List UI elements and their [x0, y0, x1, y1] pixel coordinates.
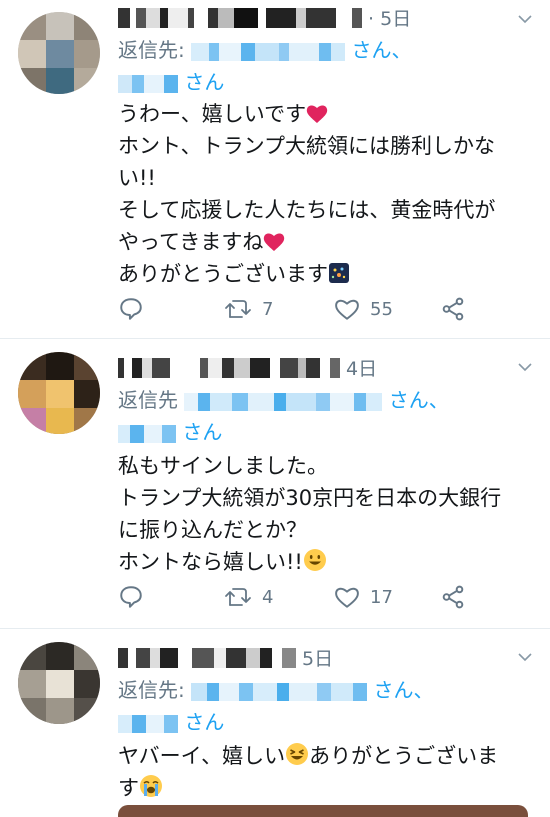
fireworks-emoji	[329, 263, 349, 283]
share-button[interactable]	[440, 582, 466, 612]
tweet-line: 私もサインしました。	[118, 454, 328, 478]
avatar[interactable]	[18, 12, 100, 94]
cry-emoji	[140, 775, 162, 797]
tweet-line: に振り込んだとか？	[118, 518, 307, 542]
retweet-button[interactable]: 7	[224, 294, 273, 324]
tweet-header: 5日	[118, 644, 333, 670]
reply-to: 返信先 さん、 さん	[118, 384, 449, 448]
like-button[interactable]: 55	[334, 294, 393, 324]
reply-to: 返信先: さん、 さん	[118, 34, 411, 98]
like-icon	[335, 299, 359, 320]
reply-suffix[interactable]: さん	[184, 710, 224, 734]
tweet-line: うわー、嬉しいです	[118, 102, 307, 126]
tweet-text: うわー、嬉しいです ホント、トランプ大統領には勝利しかな い!! そして応援した…	[118, 98, 538, 290]
tweet-1[interactable]: · 5日 返信先: さん、 さん うわー、嬉しいです ホント、トランプ大統領には…	[0, 0, 550, 339]
tweet-line: ホントなら嬉しい!!	[118, 550, 303, 574]
smile-emoji	[303, 549, 326, 571]
like-button[interactable]: 17	[334, 582, 393, 612]
mention-redacted[interactable]	[118, 424, 176, 443]
heart-emoji	[306, 105, 328, 123]
retweet-button[interactable]: 4	[224, 582, 273, 612]
tweet-line: ヤバーイ、嬉しい	[118, 744, 286, 768]
reply-to: 返信先: さん、 さん	[118, 674, 433, 738]
tweet-line: そして応援した人たちには、黄金時代が	[118, 198, 496, 222]
tweet-line: ホント、トランプ大統領には勝利しかな	[118, 134, 495, 158]
media-preview[interactable]	[118, 805, 528, 817]
display-name-redacted[interactable]	[118, 647, 296, 668]
tweet-header: 4日	[118, 354, 377, 380]
share-icon	[442, 585, 464, 609]
reply-suffix[interactable]: さん、	[389, 388, 449, 412]
timestamp[interactable]: · 5日	[368, 8, 411, 30]
share-icon	[442, 297, 464, 321]
tweet-header: · 5日	[118, 4, 411, 30]
tweet-line: やってきますね	[118, 230, 264, 254]
reply-prefix: 返信先:	[118, 678, 185, 702]
tweet-actions: 7 55	[118, 294, 538, 324]
reply-suffix[interactable]: さん、	[373, 678, 433, 702]
tweet-line: ありがとうございま	[309, 744, 499, 768]
heart-emoji	[264, 233, 285, 251]
tweet-line: い!!	[118, 166, 156, 190]
retweet-count: 4	[262, 586, 274, 608]
tweet-3[interactable]: 5日 返信先: さん、 さん ヤバーイ、嬉しい ありがとうございま す	[0, 628, 550, 817]
like-icon	[335, 587, 359, 608]
retweet-icon	[225, 300, 251, 318]
reply-suffix[interactable]: さん、	[351, 38, 411, 62]
mention-redacted[interactable]	[184, 392, 383, 411]
timestamp[interactable]: 5日	[302, 648, 333, 670]
display-name-redacted[interactable]	[118, 357, 340, 378]
tweet-line: す	[118, 776, 139, 800]
tweet-text: ヤバーイ、嬉しい ありがとうございま す	[118, 740, 538, 804]
chevron-down-icon[interactable]	[518, 12, 532, 26]
retweet-icon	[225, 588, 251, 606]
mention-redacted[interactable]	[118, 714, 178, 733]
reply-icon	[120, 298, 142, 320]
reply-icon	[120, 586, 142, 608]
timestamp[interactable]: 4日	[346, 358, 377, 380]
display-name-redacted[interactable]	[118, 7, 362, 28]
like-count: 17	[370, 586, 393, 608]
avatar[interactable]	[18, 642, 100, 724]
tweet-text: 私もサインしました。 トランプ大統領が30京円を日本の大銀行 に振り込んだとか？…	[118, 450, 538, 578]
mention-redacted[interactable]	[191, 682, 368, 701]
retweet-count: 7	[262, 298, 274, 320]
tweet-line: トランプ大統領が30京円を日本の大銀行	[118, 486, 502, 510]
reply-prefix: 返信先:	[118, 38, 185, 62]
reply-button[interactable]	[118, 294, 144, 324]
like-count: 55	[370, 298, 393, 320]
chevron-down-icon[interactable]	[518, 360, 532, 374]
tweet-2[interactable]: 4日 返信先 さん、 さん 私もサインしました。 トランプ大統領が30京円を日本…	[0, 338, 550, 629]
reply-suffix[interactable]: さん	[182, 420, 222, 444]
avatar[interactable]	[18, 352, 100, 434]
share-button[interactable]	[440, 294, 466, 324]
reply-button[interactable]	[118, 582, 144, 612]
reply-suffix[interactable]: さん	[184, 70, 224, 94]
chevron-down-icon[interactable]	[518, 650, 532, 664]
tweet-line: ありがとうございます	[118, 262, 328, 286]
mention-redacted[interactable]	[191, 42, 346, 61]
mention-redacted[interactable]	[118, 74, 178, 93]
tweet-actions: 4 17	[118, 582, 538, 612]
laugh-emoji	[286, 743, 309, 765]
reply-prefix: 返信先	[118, 388, 178, 412]
